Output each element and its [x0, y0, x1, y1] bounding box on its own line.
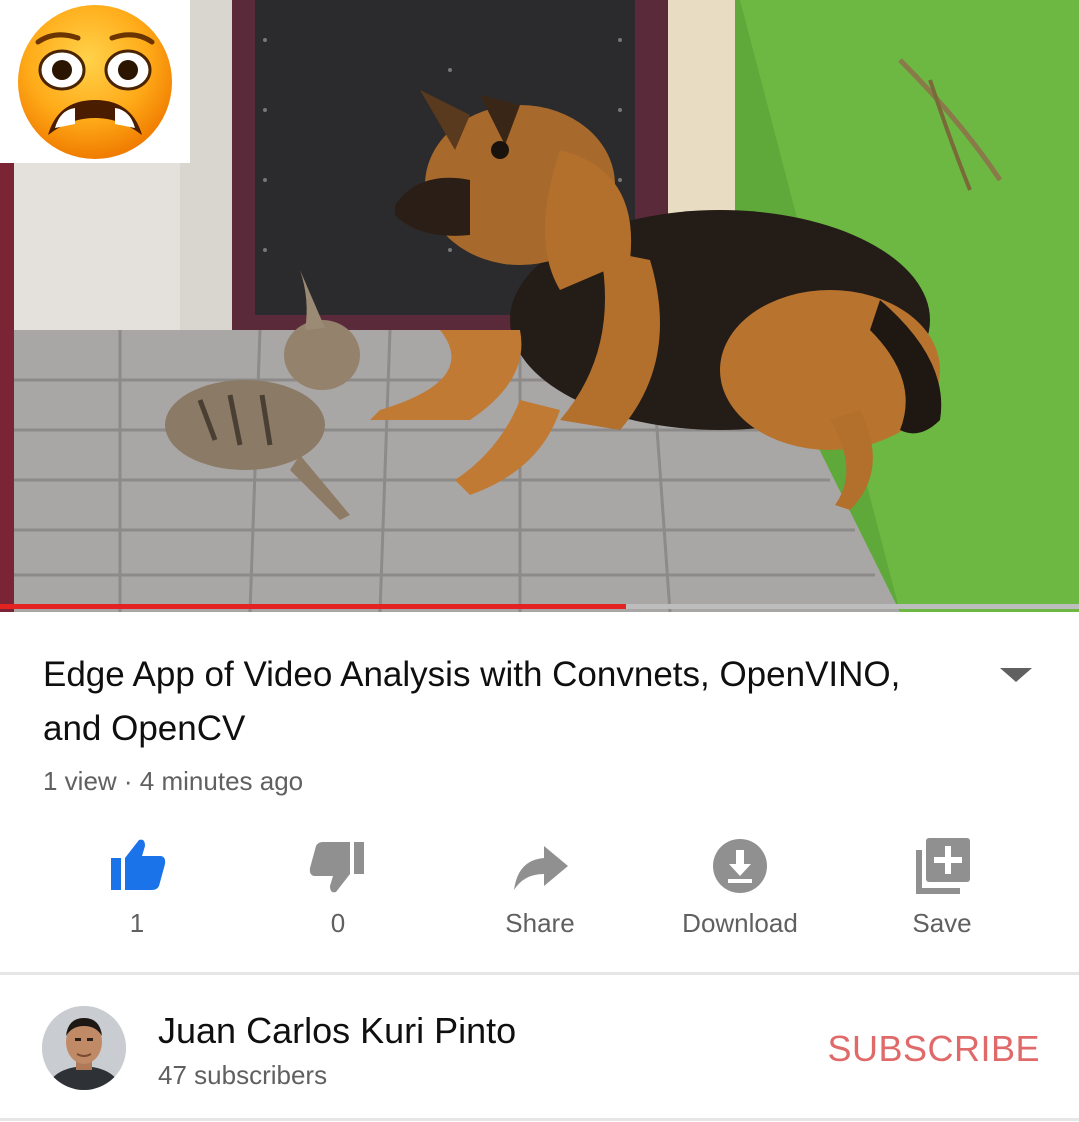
thumbs-up-icon: [111, 839, 166, 890]
dislike-count: 0: [330, 908, 346, 938]
download-icon: [713, 839, 767, 893]
video-title: Edge App of Video Analysis with Convnets…: [43, 655, 901, 748]
expand-description-button[interactable]: [996, 660, 1036, 690]
progress-bar[interactable]: [0, 604, 1079, 609]
thumbs-down-icon: [309, 842, 364, 893]
subscribe-button[interactable]: SUBSCRIBE: [820, 1028, 1040, 1070]
action-bar: 1 0 Share Download Save: [0, 822, 1079, 962]
channel-avatar[interactable]: [42, 1006, 126, 1090]
like-count: 1: [129, 908, 145, 938]
subscriber-count: 47 subscribers: [158, 1060, 328, 1090]
video-player[interactable]: [0, 0, 1079, 612]
save-button[interactable]: Save: [842, 822, 1042, 962]
video-meta: 1 view · 4 minutes ago: [43, 766, 304, 796]
share-button[interactable]: Share: [440, 822, 640, 962]
worried-face-emoji-icon: [0, 0, 190, 163]
avatar-photo: [42, 1006, 126, 1090]
channel-name[interactable]: Juan Carlos Kuri Pinto: [158, 1010, 516, 1052]
progress-bar-played: [0, 604, 626, 609]
dislike-button[interactable]: 0: [238, 822, 438, 962]
share-icon: [514, 846, 568, 890]
playlist-add-icon: [916, 838, 970, 894]
download-label: Download: [682, 908, 798, 938]
chevron-down-icon: [1000, 668, 1032, 682]
download-button[interactable]: Download: [640, 822, 840, 962]
divider: [0, 1118, 1079, 1121]
save-label: Save: [912, 908, 972, 938]
like-button[interactable]: 1: [37, 822, 237, 962]
share-label: Share: [505, 908, 575, 938]
divider: [0, 972, 1079, 975]
